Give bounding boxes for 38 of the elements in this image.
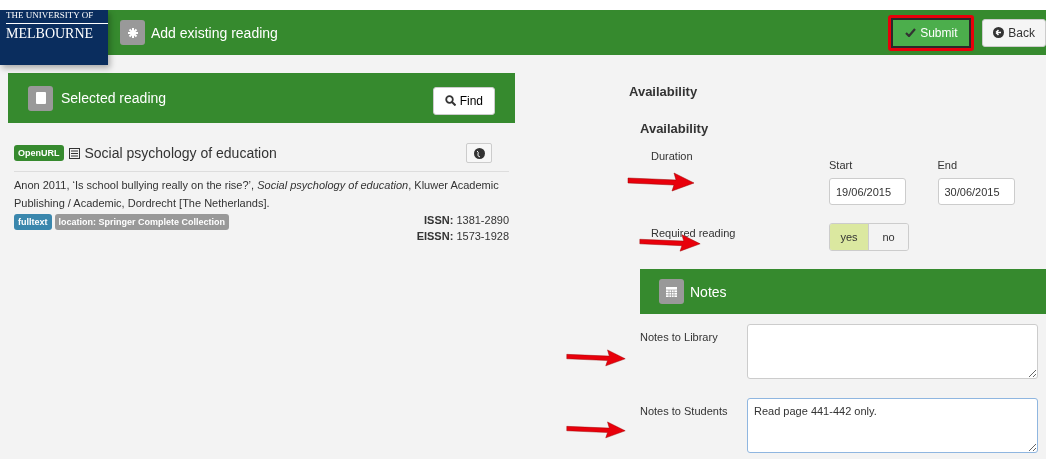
date-field[interactable]: 19/06/2015 (829, 178, 906, 205)
notes-field[interactable]: Read page 441-442 only. (747, 398, 1038, 453)
calendar-icon (659, 279, 684, 304)
tag: location: Springer Complete Collection (54, 214, 230, 230)
citation-text: Anon 2011, ‘Is school bullying really on the rise?’, Social psychology of education, Kluwer Academic Publishing / Academic, Dordrecht [The Netherlands]. (14, 178, 500, 211)
asterisk-icon (120, 20, 145, 45)
field-label: Start (829, 159, 854, 171)
field-label: Notes to Students (640, 405, 728, 417)
toggle-option[interactable]: yes (830, 224, 869, 250)
arrow-icon (626, 170, 696, 192)
identifier-text: ISSN: 1381-2890 (424, 214, 509, 226)
search-icon (444, 95, 456, 106)
check-icon (905, 28, 917, 37)
reading-title: Social psychology of education (84, 145, 278, 161)
identifier-text: EISSN: 1573-1928 (416, 230, 509, 242)
university-logo: THE UNIVERSITY OF MELBOURNE (0, 10, 108, 65)
field-label: Duration (651, 150, 693, 162)
source-badge: OpenURL (14, 145, 64, 161)
subsection-heading: Availability (640, 121, 710, 136)
arrow-icon (565, 418, 627, 440)
section-heading: Availability (629, 84, 699, 99)
globe-button[interactable] (466, 143, 492, 163)
find-button[interactable]: Find (432, 86, 495, 115)
globe-icon (473, 147, 485, 159)
page-title: Add existing reading (151, 24, 279, 41)
list-icon (68, 147, 80, 159)
field-label: Required reading (651, 227, 736, 239)
panel-title: Notes (690, 283, 728, 300)
field-label: Notes to Library (640, 331, 718, 343)
back-button[interactable]: Back (982, 18, 1046, 47)
back-arrow-icon (993, 27, 1005, 38)
notes-field[interactable] (747, 324, 1038, 379)
book-icon (28, 85, 53, 111)
tag: fulltext (14, 214, 52, 230)
panel-title: Selected reading (61, 90, 168, 106)
date-field[interactable]: 30/06/2015 (937, 178, 1015, 205)
field-label: End (937, 159, 959, 171)
arrow-icon (565, 346, 627, 368)
